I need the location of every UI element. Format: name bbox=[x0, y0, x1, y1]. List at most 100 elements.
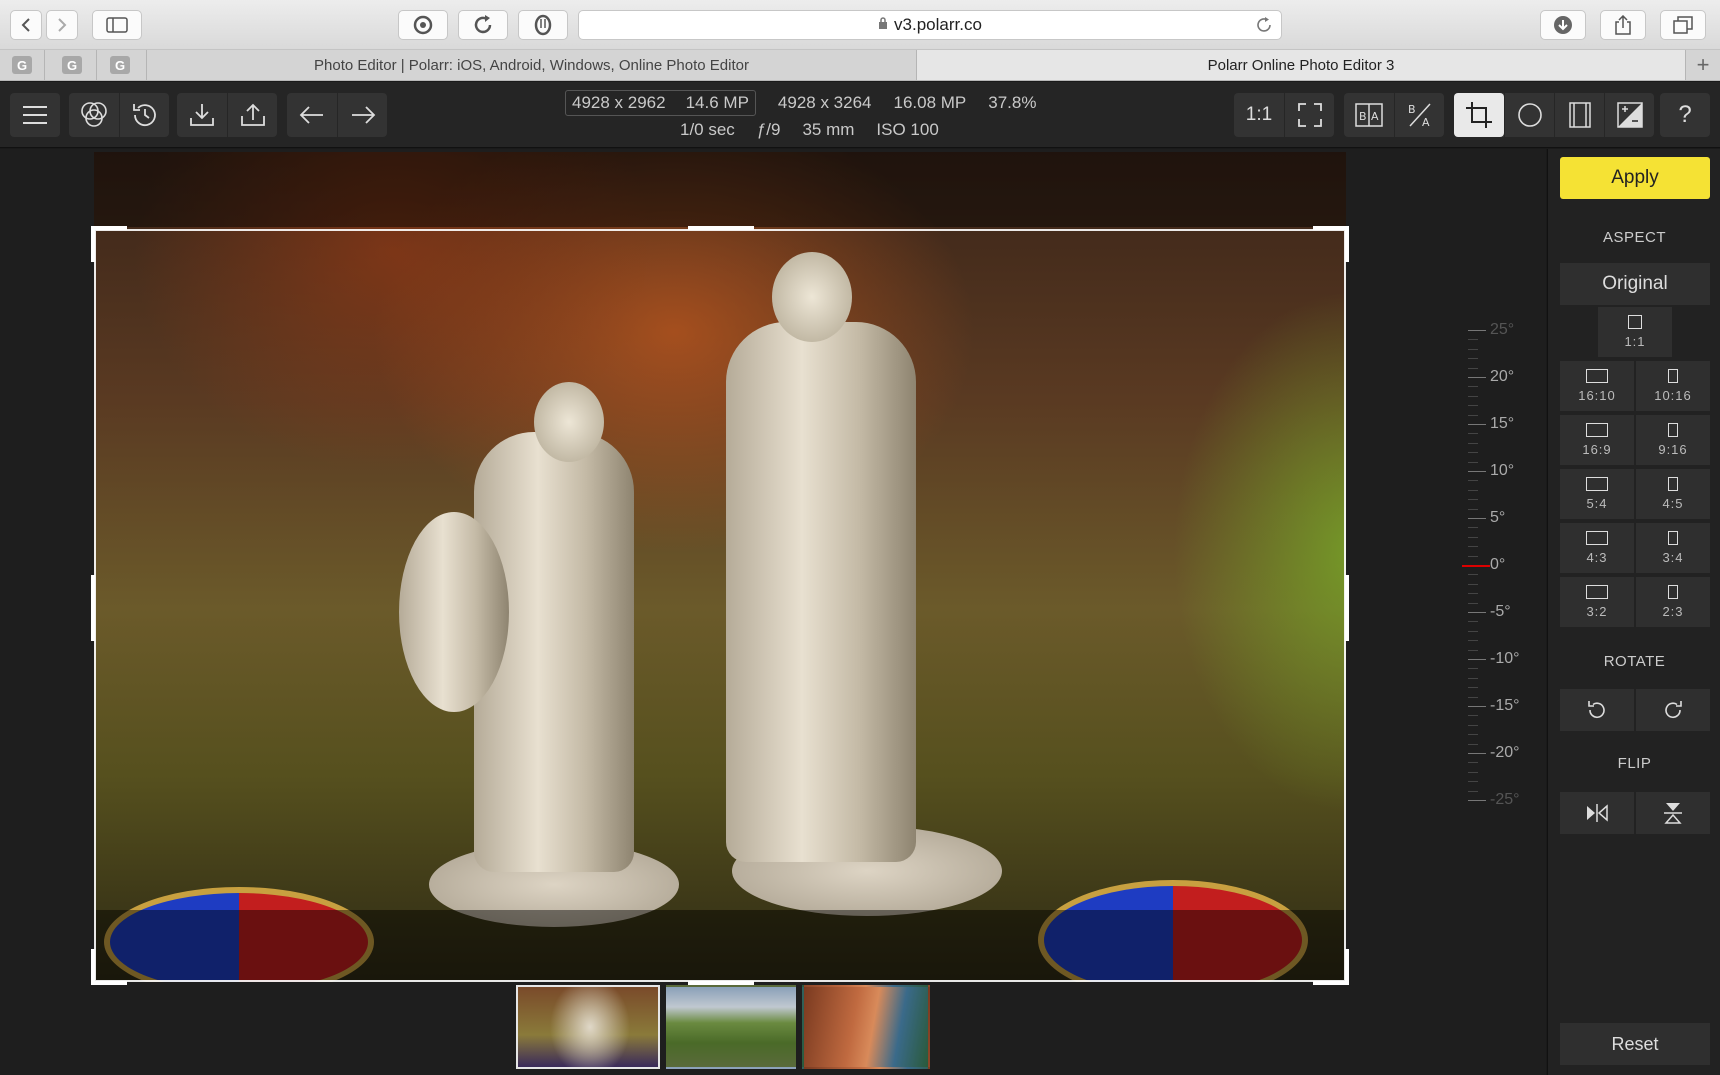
rotate-right-button[interactable] bbox=[1636, 689, 1710, 731]
crop-dimensions: 4928 x 2962 bbox=[572, 93, 666, 112]
tab-divider bbox=[44, 50, 45, 80]
aspect-ratio-16-10[interactable]: 16:10 bbox=[1560, 361, 1634, 411]
crop-handle-bottom-right[interactable] bbox=[1313, 949, 1349, 985]
forward-button[interactable] bbox=[46, 10, 78, 40]
ruler-minor-tick bbox=[1468, 536, 1478, 538]
actual-size-button[interactable]: 1:1 bbox=[1234, 93, 1284, 137]
apply-button[interactable]: Apply bbox=[1560, 157, 1710, 199]
ruler-minor-tick bbox=[1468, 771, 1478, 773]
aspect-ratio-5-4[interactable]: 5:4 bbox=[1560, 469, 1634, 519]
aspect-ratio-9-16[interactable]: 9:16 bbox=[1636, 415, 1710, 465]
aspect-ratio-3-2[interactable]: 3:2 bbox=[1560, 577, 1634, 627]
aspect-ratio-label: 4:3 bbox=[1586, 550, 1608, 565]
ruler-zero-marker bbox=[1462, 565, 1490, 567]
target-icon bbox=[413, 15, 433, 35]
aspect-ratio-label: 10:16 bbox=[1654, 388, 1692, 403]
menu-button[interactable] bbox=[10, 93, 60, 137]
gradient-icon bbox=[1568, 102, 1591, 128]
sidebar-toggle-button[interactable] bbox=[92, 10, 142, 40]
new-tab-button[interactable]: + bbox=[1686, 50, 1720, 80]
focal-length: 35 mm bbox=[802, 120, 855, 139]
ruler-minor-tick bbox=[1468, 480, 1478, 482]
aspect-ratio-3-4[interactable]: 3:4 bbox=[1636, 523, 1710, 573]
extension-button-2[interactable] bbox=[458, 10, 508, 40]
help-button[interactable]: ? bbox=[1660, 93, 1710, 137]
image-size-row: 4928 x 2962 14.6 MP 4928 x 3264 16.08 MP 37.… bbox=[565, 90, 1036, 116]
thumbnail-canyon[interactable] bbox=[802, 985, 930, 1069]
undo-button[interactable] bbox=[287, 93, 337, 137]
square-ratio-icon bbox=[1628, 315, 1642, 329]
ruler-minor-tick bbox=[1468, 677, 1478, 679]
flip-horizontal-icon bbox=[1587, 804, 1608, 822]
ruler-label: 10° bbox=[1490, 462, 1515, 479]
aspect-ratio-4-3[interactable]: 4:3 bbox=[1560, 523, 1634, 573]
ruler-major-tick bbox=[1468, 424, 1486, 425]
crop-handle-top-right[interactable] bbox=[1313, 226, 1349, 262]
crop-handle-bottom-left[interactable] bbox=[91, 949, 127, 985]
rotation-ruler[interactable]: 25° 20° 15° 10° 5° 0° -5° -10° -15° -20° -25° bbox=[1458, 150, 1538, 840]
history-button[interactable] bbox=[119, 93, 169, 137]
pinned-tab-2[interactable]: G bbox=[62, 56, 82, 74]
filmstrip bbox=[516, 985, 930, 1069]
aspect-ratio-16-9[interactable]: 16:9 bbox=[1560, 415, 1634, 465]
portrait-ratio-icon bbox=[1668, 423, 1678, 437]
extension-button-1[interactable] bbox=[398, 10, 448, 40]
share-button[interactable] bbox=[1600, 10, 1646, 40]
crop-handle-right[interactable] bbox=[1345, 575, 1349, 641]
pinned-tab-3[interactable]: G bbox=[110, 56, 130, 74]
radial-mask-button[interactable] bbox=[1504, 93, 1554, 137]
aspect-original-button[interactable]: Original bbox=[1560, 263, 1710, 305]
address-bar[interactable]: v3.polarr.co bbox=[578, 10, 1282, 40]
aspect-ratio-2-3[interactable]: 2:3 bbox=[1636, 577, 1710, 627]
brush-mask-button[interactable] bbox=[1604, 93, 1654, 137]
ruler-minor-tick bbox=[1468, 687, 1478, 689]
reset-button[interactable]: Reset bbox=[1560, 1023, 1710, 1065]
svg-text:B: B bbox=[1359, 110, 1367, 123]
flip-vertical-button[interactable] bbox=[1636, 792, 1710, 834]
rotate-left-button[interactable] bbox=[1560, 689, 1634, 731]
ruler-major-tick bbox=[1468, 612, 1486, 613]
app-toolbar: 4928 x 2962 14.6 MP 4928 x 3264 16.08 MP 37.… bbox=[0, 82, 1720, 148]
back-button[interactable] bbox=[10, 10, 42, 40]
crop-handle-top-left[interactable] bbox=[91, 226, 127, 262]
fit-screen-button[interactable] bbox=[1284, 93, 1334, 137]
tab-polarr-online[interactable]: Polarr Online Photo Editor 3 bbox=[916, 50, 1686, 80]
redo-button[interactable] bbox=[337, 93, 387, 137]
aspect-ratio-10-16[interactable]: 10:16 bbox=[1636, 361, 1710, 411]
export-button[interactable] bbox=[227, 93, 277, 137]
zoom-level: 37.8% bbox=[988, 93, 1037, 112]
thumbnail-figures[interactable] bbox=[516, 985, 660, 1069]
ruler-minor-tick bbox=[1468, 593, 1478, 595]
gradient-mask-button[interactable] bbox=[1554, 93, 1604, 137]
ruler-minor-tick bbox=[1468, 339, 1478, 341]
downloads-button[interactable] bbox=[1540, 10, 1586, 40]
before-after-split-button[interactable]: BA bbox=[1394, 93, 1444, 137]
import-button[interactable] bbox=[177, 93, 227, 137]
flip-horizontal-button[interactable] bbox=[1560, 792, 1634, 834]
import-export-group bbox=[177, 93, 277, 137]
before-after-side-button[interactable]: BA bbox=[1344, 93, 1394, 137]
flip-vertical-icon bbox=[1664, 803, 1682, 824]
crop-tool-button[interactable] bbox=[1454, 93, 1504, 137]
tab-overview-button[interactable] bbox=[1660, 10, 1706, 40]
filters-button[interactable] bbox=[69, 93, 119, 137]
thumbnail-mountains[interactable] bbox=[666, 985, 796, 1069]
ruler-major-tick bbox=[1468, 377, 1486, 378]
crop-frame[interactable] bbox=[91, 226, 1349, 985]
sidebar-icon bbox=[106, 17, 128, 33]
shutter-speed: 1/0 sec bbox=[680, 120, 735, 139]
pinned-tab-1[interactable]: G bbox=[12, 56, 32, 74]
aspect-ratio-4-5[interactable]: 4:5 bbox=[1636, 469, 1710, 519]
extension-button-3[interactable] bbox=[518, 10, 568, 40]
ruler-minor-tick bbox=[1468, 452, 1478, 454]
landscape-ratio-icon bbox=[1586, 531, 1608, 545]
rotate-controls bbox=[1560, 689, 1710, 731]
tab-photo-editor[interactable]: Photo Editor | Polarr: iOS, Android, Win… bbox=[147, 50, 916, 80]
crop-handle-left[interactable] bbox=[91, 575, 95, 641]
landscape-ratio-icon bbox=[1586, 423, 1608, 437]
ruler-minor-tick bbox=[1468, 395, 1478, 397]
reload-icon[interactable] bbox=[1255, 16, 1273, 39]
crop-handle-top[interactable] bbox=[688, 226, 754, 230]
aspect-ratio-1-1[interactable]: 1:1 bbox=[1598, 307, 1672, 357]
ruler-minor-tick bbox=[1468, 386, 1478, 388]
